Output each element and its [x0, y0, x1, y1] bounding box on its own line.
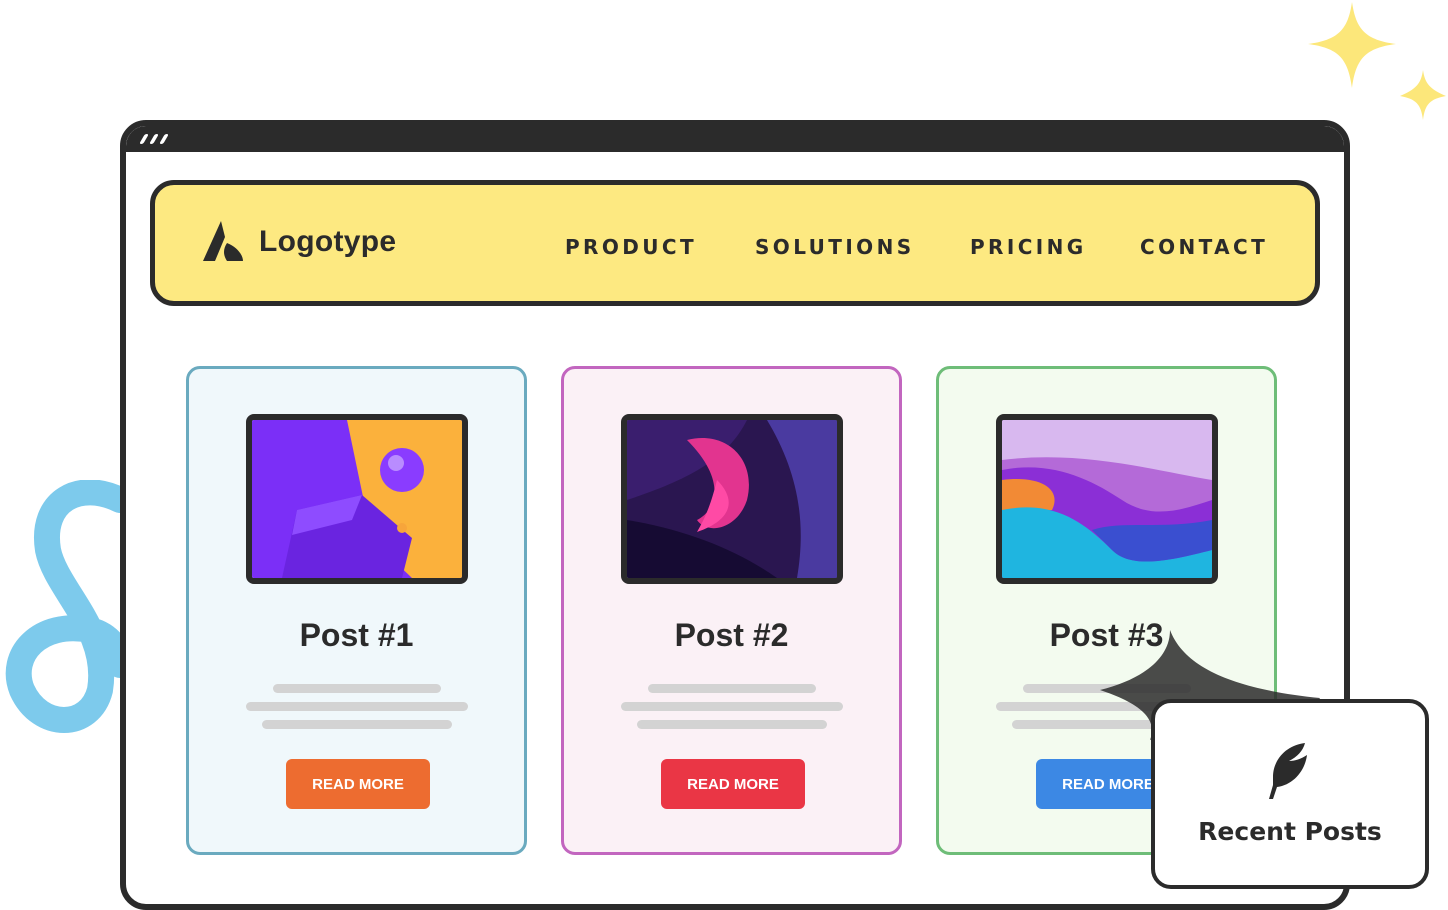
- text-placeholder-line: [637, 720, 827, 729]
- sparkle-icon: [1308, 2, 1446, 120]
- nav-pricing[interactable]: PRICING: [970, 235, 1087, 259]
- text-placeholder-line: [273, 684, 441, 693]
- post-image-3: [996, 414, 1218, 584]
- recent-posts-widget[interactable]: Recent Posts: [1151, 699, 1429, 889]
- navbar: Logotype PRODUCT SOLUTIONS PRICING CONTA…: [150, 180, 1320, 306]
- post-title-1: Post #1: [299, 617, 414, 653]
- nav-contact[interactable]: CONTACT: [1140, 235, 1268, 259]
- logo-mark-icon: [203, 221, 243, 261]
- logo[interactable]: Logotype: [203, 221, 396, 263]
- swirl-decoration: [5, 480, 130, 733]
- feather-icon: [1269, 743, 1307, 799]
- text-placeholder-line: [246, 702, 468, 711]
- window-titlebar: [126, 126, 1344, 152]
- logo-text: Logotype: [259, 225, 397, 258]
- nav-solutions[interactable]: SOLUTIONS: [755, 235, 915, 259]
- text-placeholder-line: [621, 702, 843, 711]
- text-placeholder-line: [262, 720, 452, 729]
- nav-product[interactable]: PRODUCT: [565, 235, 697, 259]
- post-image-1: [246, 414, 468, 584]
- read-more-button-2[interactable]: READ MORE: [661, 759, 805, 809]
- text-placeholder-line: [648, 684, 816, 693]
- read-more-button-1[interactable]: READ MORE: [286, 759, 430, 809]
- recent-posts-label: Recent Posts: [1198, 817, 1382, 846]
- post-card-1: Post #1 READ MORE: [186, 366, 527, 855]
- post-title-2: Post #2: [674, 617, 789, 653]
- post-image-2: [621, 414, 843, 584]
- post-card-2: Post #2 READ MORE: [561, 366, 902, 855]
- window-dots: [139, 134, 169, 144]
